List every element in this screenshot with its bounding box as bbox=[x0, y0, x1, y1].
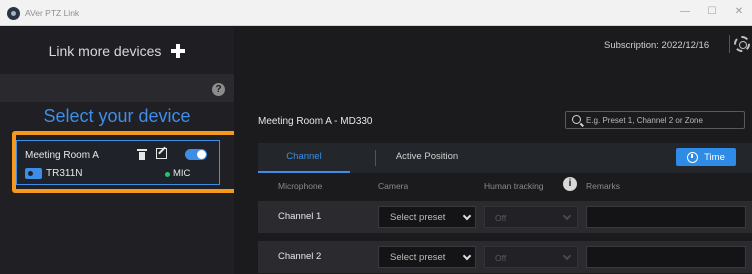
table-row: Channel 1 Select preset Off bbox=[258, 201, 752, 233]
camera-preset-value: Select preset bbox=[390, 252, 446, 263]
device-name: Meeting Room A bbox=[25, 150, 99, 161]
column-header-remarks: Remarks bbox=[586, 181, 621, 191]
chevron-down-icon bbox=[562, 211, 572, 221]
edit-icon[interactable] bbox=[156, 148, 167, 159]
maximize-button[interactable]: ☐ bbox=[703, 6, 721, 17]
room-title: Meeting Room A - MD330 bbox=[258, 116, 373, 127]
device-card[interactable]: Meeting Room A TR311N MIC bbox=[16, 140, 220, 185]
subscription-label: Subscription: 2022/12/16 bbox=[604, 40, 710, 51]
channel-label: Channel 1 bbox=[278, 211, 322, 222]
device-enable-toggle[interactable] bbox=[185, 149, 207, 160]
select-device-title: Select your device bbox=[43, 106, 191, 126]
chevron-down-icon bbox=[462, 251, 472, 261]
title-bar: AVer PTZ Link — ☐ ✕ bbox=[0, 0, 752, 26]
mic-status-label: MIC bbox=[173, 168, 191, 179]
channel-label: Channel 2 bbox=[278, 251, 322, 262]
gear-icon[interactable] bbox=[734, 36, 750, 52]
camera-preset-value: Select preset bbox=[390, 212, 446, 223]
device-sidebar: Link more devices ? Select your device M… bbox=[0, 27, 242, 274]
search-input[interactable] bbox=[586, 114, 742, 127]
time-button-label: Time bbox=[704, 151, 725, 163]
time-button[interactable]: Time bbox=[676, 148, 736, 166]
search-icon bbox=[572, 115, 581, 124]
remarks-field[interactable] bbox=[586, 246, 746, 268]
chevron-down-icon bbox=[562, 251, 572, 261]
camera-preset-select[interactable]: Select preset bbox=[378, 246, 476, 268]
tab-channel[interactable]: Channel bbox=[258, 143, 350, 173]
app-logo-icon bbox=[7, 7, 20, 20]
camera-preset-select[interactable]: Select preset bbox=[378, 206, 476, 228]
human-tracking-value: Off bbox=[495, 253, 507, 263]
link-more-devices-label: Link more devices bbox=[48, 42, 162, 59]
plus-icon bbox=[171, 43, 186, 58]
mic-status-dot bbox=[165, 172, 170, 177]
column-header-camera: Camera bbox=[378, 181, 409, 191]
close-button[interactable]: ✕ bbox=[730, 6, 748, 17]
sidebar-divider bbox=[0, 74, 234, 102]
human-tracking-select: Off bbox=[484, 206, 578, 228]
tab-bar: Channel Active Position Time bbox=[258, 143, 752, 173]
help-icon[interactable]: ? bbox=[212, 83, 225, 96]
human-tracking-select: Off bbox=[484, 246, 578, 268]
clock-icon bbox=[687, 151, 699, 163]
main-panel: Subscription: 2022/12/16 Meeting Room A … bbox=[234, 27, 752, 274]
remarks-field[interactable] bbox=[586, 206, 746, 228]
link-more-devices-button[interactable]: Link more devices bbox=[0, 27, 234, 74]
column-header-microphone: Microphone bbox=[278, 181, 323, 191]
trash-icon[interactable] bbox=[137, 149, 147, 160]
camera-device-icon bbox=[25, 168, 42, 179]
column-header-human-tracking: Human tracking bbox=[484, 181, 544, 191]
chevron-down-icon bbox=[462, 211, 472, 221]
table-row: Channel 2 Select preset Off bbox=[258, 241, 752, 273]
window-title: AVer PTZ Link bbox=[25, 8, 80, 18]
device-model: TR311N bbox=[46, 168, 83, 179]
info-icon[interactable]: i bbox=[563, 177, 577, 191]
minimize-button[interactable]: — bbox=[676, 6, 694, 17]
search-box[interactable] bbox=[565, 111, 745, 129]
tab-active-position[interactable]: Active Position bbox=[376, 143, 478, 173]
header-divider bbox=[729, 35, 730, 53]
human-tracking-value: Off bbox=[495, 213, 507, 223]
